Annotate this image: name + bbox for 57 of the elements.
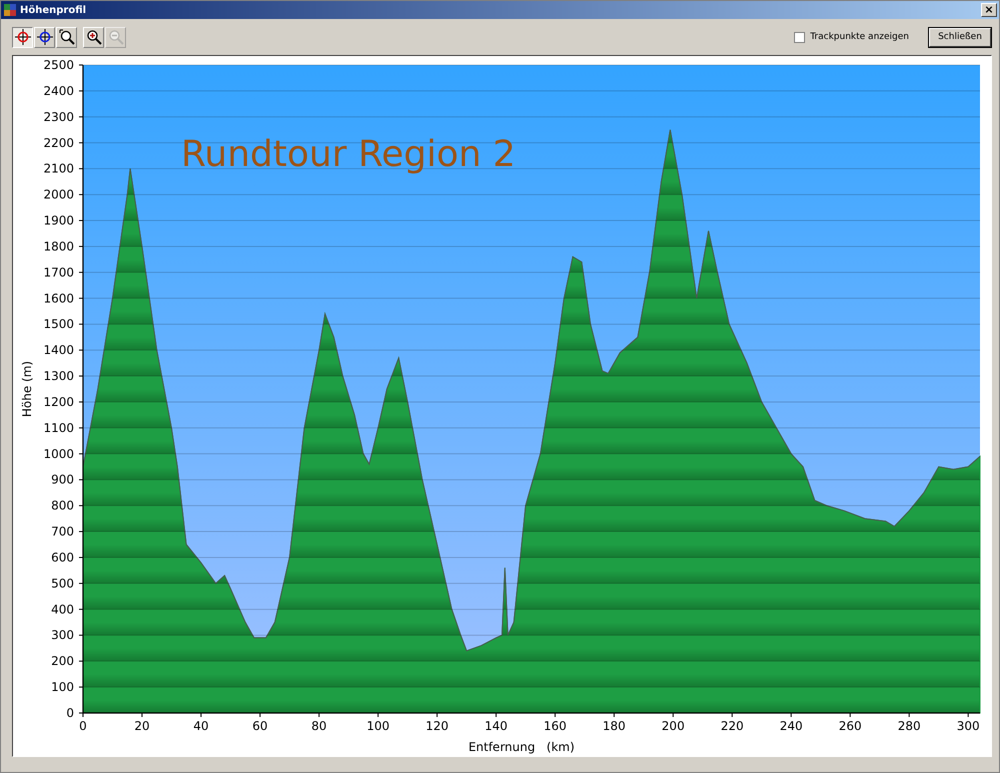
checkbox-label: Trackpunkte anzeigen [810, 32, 909, 42]
x-tick-label: 60 [252, 719, 268, 733]
x-tick-label: 220 [720, 719, 744, 733]
x-tick-label: 20 [134, 719, 150, 733]
window-title: Höhenprofil [20, 4, 88, 16]
x-tick-label: 260 [838, 719, 862, 733]
y-tick-label: 700 [51, 524, 74, 539]
y-tick-label: 600 [51, 550, 74, 564]
app-icon [4, 4, 16, 16]
x-tick-label: 140 [484, 719, 508, 733]
crosshair-icon [36, 29, 52, 45]
x-tick-label: 100 [366, 719, 390, 733]
x-tick-label: 280 [898, 719, 921, 733]
y-tick-label: 1800 [43, 239, 74, 254]
y-tick-label: 2300 [43, 110, 74, 124]
x-tick-label: 120 [426, 719, 449, 733]
y-tick-label: 1000 [43, 446, 74, 461]
y-tick-label: 1100 [43, 420, 74, 435]
y-tick-label: 200 [51, 654, 74, 668]
chart-title: Rundtour Region 2 [181, 134, 516, 175]
x-tick-label: 300 [956, 719, 980, 733]
x-tick-label: 240 [780, 719, 803, 733]
y-tick-label: 800 [51, 498, 74, 513]
y-tick-label: 2200 [43, 136, 74, 150]
x-axis-title: Entfernung (km) [468, 740, 575, 754]
x-tick-label: 80 [311, 719, 327, 733]
close-button[interactable]: Schließen [929, 28, 991, 46]
y-tick-label: 1200 [43, 394, 74, 409]
y-tick-label: 0 [66, 706, 74, 720]
x-tick-label: 160 [544, 719, 567, 733]
checkbox[interactable] [794, 32, 806, 42]
x-tick-label: 180 [602, 719, 626, 733]
y-tick-label: 400 [51, 602, 74, 616]
y-tick-label: 500 [51, 576, 74, 590]
y-tick-label: 1500 [43, 317, 74, 332]
y-tick-label: 2100 [43, 162, 74, 176]
y-tick-label: 300 [51, 628, 74, 642]
tool-button[interactable] [12, 26, 33, 48]
y-tick-label: 2400 [43, 84, 74, 98]
x-tick-label: 0 [79, 719, 87, 733]
x-tick-label: 40 [193, 719, 209, 733]
zoom-out-icon [108, 29, 124, 45]
y-tick-label: 2000 [43, 188, 74, 202]
y-tick-label: 900 [51, 472, 74, 487]
y-tick-label: 1600 [43, 291, 74, 306]
zoom-in-icon [86, 29, 102, 45]
y-tick-label: 100 [51, 680, 74, 694]
y-axis-title: Höhe (m) [20, 360, 34, 418]
y-tick-label: 1900 [43, 214, 74, 228]
y-tick-label: 1400 [43, 343, 74, 358]
y-tick-label: 1700 [43, 265, 74, 280]
close-button[interactable]: × [981, 3, 997, 17]
y-tick-label: 1300 [43, 369, 74, 384]
magnifier-icon [58, 29, 74, 45]
y-tick-label: 2500 [43, 58, 74, 72]
x-tick-label: 200 [662, 719, 685, 733]
crosshair-icon [14, 29, 30, 45]
